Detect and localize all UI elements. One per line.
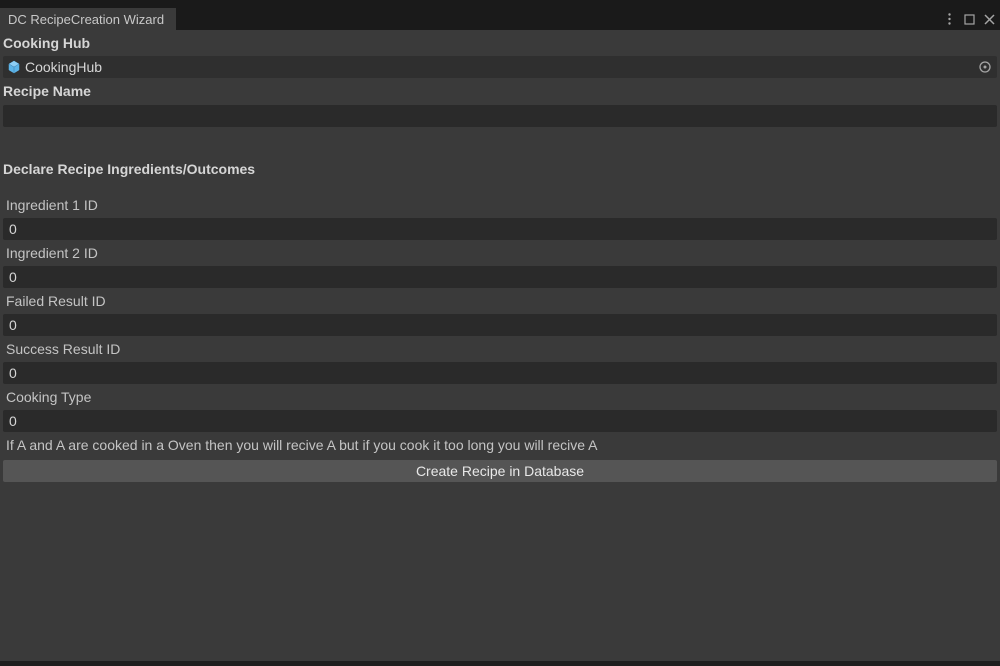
ingredient2-input[interactable]	[3, 266, 997, 288]
recipe-name-label: Recipe Name	[0, 78, 1000, 104]
ingredient2-label: Ingredient 2 ID	[0, 240, 1000, 266]
success-result-input[interactable]	[3, 362, 997, 384]
cooking-type-field: Cooking Type	[0, 384, 1000, 432]
recipe-description: If A and A are cooked in a Oven then you…	[0, 432, 1000, 458]
close-icon[interactable]	[982, 12, 996, 26]
ingredient1-field: Ingredient 1 ID	[0, 192, 1000, 240]
cooking-hub-object-field[interactable]: CookingHub	[3, 56, 997, 78]
ingredients-section-title: Declare Recipe Ingredients/Outcomes	[0, 156, 1000, 182]
success-result-field: Success Result ID	[0, 336, 1000, 384]
prefab-icon	[7, 60, 21, 74]
failed-result-input[interactable]	[3, 314, 997, 336]
object-picker-icon[interactable]	[977, 59, 993, 75]
cooking-type-label: Cooking Type	[0, 384, 1000, 410]
success-result-label: Success Result ID	[0, 336, 1000, 362]
ingredient2-field: Ingredient 2 ID	[0, 240, 1000, 288]
tab-bar: DC RecipeCreation Wizard	[0, 8, 1000, 30]
cooking-hub-label: Cooking Hub	[0, 30, 1000, 56]
spacer	[0, 128, 1000, 156]
top-bar	[0, 0, 1000, 8]
ingredient1-input[interactable]	[3, 218, 997, 240]
cooking-hub-object-name: CookingHub	[25, 59, 993, 75]
create-recipe-button[interactable]: Create Recipe in Database	[3, 460, 997, 482]
window-tab-title: DC RecipeCreation Wizard	[8, 12, 164, 27]
window-tab[interactable]: DC RecipeCreation Wizard	[0, 8, 176, 30]
ingredient1-label: Ingredient 1 ID	[0, 192, 1000, 218]
recipe-name-input[interactable]	[3, 105, 997, 127]
panel-body: Cooking Hub CookingHub Recipe Name Decla…	[0, 30, 1000, 666]
failed-result-field: Failed Result ID	[0, 288, 1000, 336]
cooking-type-input[interactable]	[3, 410, 997, 432]
spacer	[0, 182, 1000, 192]
failed-result-label: Failed Result ID	[0, 288, 1000, 314]
window-controls	[942, 8, 996, 30]
maximize-icon[interactable]	[962, 12, 976, 26]
create-recipe-button-label: Create Recipe in Database	[416, 463, 584, 479]
resize-bar[interactable]	[0, 661, 1000, 666]
context-menu-icon[interactable]	[942, 12, 956, 26]
